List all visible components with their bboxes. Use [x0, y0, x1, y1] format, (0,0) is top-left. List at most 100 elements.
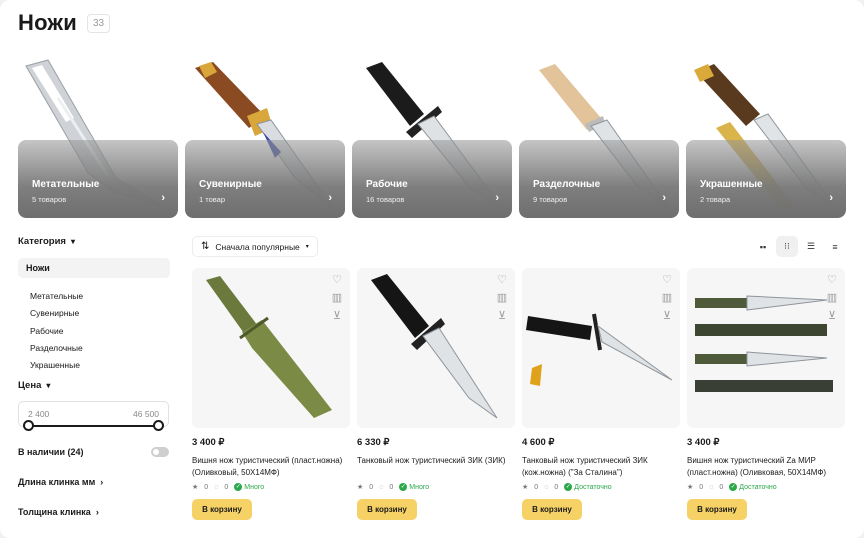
compare-icon[interactable]: ▥ — [331, 292, 343, 304]
chevron-right-icon: › — [93, 507, 99, 517]
compare-icon[interactable]: ▥ — [826, 292, 838, 304]
sort-dropdown[interactable]: ⇅ Сначала популярные ▾ — [192, 236, 318, 257]
add-to-cart-button[interactable]: В корзину — [687, 499, 747, 520]
price-slider-min-handle[interactable] — [23, 420, 34, 431]
compact-list-view-icon[interactable]: ≡ — [824, 236, 846, 257]
blade-length-filter[interactable]: Длина клинка мм › — [18, 477, 103, 487]
category-count: 1 товар — [199, 195, 226, 204]
price-range-field[interactable]: 2 400 46 500 — [18, 401, 169, 427]
product-actions: ♡ ▥ ⊻ — [496, 274, 508, 322]
stock-status: ✓ Достаточно — [564, 483, 612, 491]
cart-icon[interactable]: ⊻ — [331, 310, 343, 322]
category-count: 16 товаров — [366, 195, 405, 204]
price-filter-toggle[interactable]: Цена ▾ — [18, 380, 50, 391]
compare-icon[interactable]: ▥ — [496, 292, 508, 304]
subcategory-item[interactable]: Сувенирные — [30, 305, 170, 322]
heart-icon[interactable]: ♡ — [826, 274, 838, 286]
category-name: Метательные — [32, 179, 100, 190]
blade-thickness-filter[interactable]: Толщина клинка › — [18, 507, 99, 517]
product-actions: ♡ ▥ ⊻ — [826, 274, 838, 322]
heart-icon[interactable]: ♡ — [661, 274, 673, 286]
check-icon: ✓ — [729, 483, 738, 491]
view-switcher: ▪▪ ⁝⁝ ☰ ≡ — [752, 236, 846, 257]
price-max-value[interactable]: 46 500 — [133, 409, 159, 419]
product-card[interactable]: ♡ ▥ ⊻ 3 400 ₽ Вишня нож туристический (п… — [192, 268, 350, 520]
subcategory-item[interactable]: Разделочные — [30, 340, 170, 357]
catalog-page: Ножи 33 Метательные 5 товаров › Сувенирн… — [0, 0, 864, 538]
star-icon: ★ — [687, 484, 694, 491]
product-image[interactable]: ♡ ▥ ⊻ — [687, 268, 845, 428]
check-icon: ✓ — [234, 483, 243, 491]
page-title: Ножи — [18, 10, 77, 35]
large-grid-view-icon[interactable]: ▪▪ — [752, 236, 774, 257]
category-card-throwing[interactable]: Метательные 5 товаров › — [18, 58, 178, 218]
add-to-cart-button[interactable]: В корзину — [192, 499, 252, 520]
product-count-badge: 33 — [86, 13, 111, 33]
sort-label: Сначала популярные — [215, 241, 300, 252]
small-grid-view-icon[interactable]: ⁝⁝ — [776, 236, 798, 257]
category-count: 9 товаров — [533, 195, 568, 204]
product-price: 4 600 ₽ — [522, 437, 555, 448]
product-name[interactable]: Вишня нож туристический Za МИР (пласт.но… — [687, 455, 845, 479]
blade-length-label: Длина клинка мм — [18, 477, 96, 487]
title-row: Ножи 33 — [18, 10, 111, 36]
in-stock-toggle[interactable] — [151, 447, 169, 457]
product-meta: ★ 0 ◌ 0 ✓ Много — [192, 483, 350, 491]
product-name[interactable]: Вишня нож туристический (пласт.ножна) (О… — [192, 455, 350, 479]
caret-down-icon: ▾ — [305, 244, 309, 250]
product-image[interactable]: ♡ ▥ ⊻ — [522, 268, 680, 428]
product-name[interactable]: Танковый нож туристический ЗИК (кож.ножн… — [522, 455, 680, 479]
subcategory-item[interactable]: Метательные — [30, 288, 170, 305]
category-card-working[interactable]: Рабочие 16 товаров › — [352, 58, 512, 218]
product-actions: ♡ ▥ ⊻ — [331, 274, 343, 322]
add-to-cart-button[interactable]: В корзину — [522, 499, 582, 520]
product-image[interactable]: ♡ ▥ ⊻ — [192, 268, 350, 428]
stock-label: Много — [244, 483, 265, 491]
product-image[interactable]: ♡ ▥ ⊻ — [357, 268, 515, 428]
category-name: Разделочные — [533, 179, 601, 190]
product-meta: ★ 0 ◌ 0 ✓ Достаточно — [687, 483, 845, 491]
category-filter-toggle[interactable]: Категория ▾ — [18, 236, 170, 247]
active-category[interactable]: Ножи — [18, 258, 170, 278]
product-meta: ★ 0 ◌ 0 ✓ Достаточно — [522, 483, 680, 491]
chevron-right-icon: › — [328, 192, 332, 204]
comment-icon: ◌ — [709, 483, 714, 491]
price-min-value[interactable]: 2 400 — [28, 409, 49, 419]
cart-icon[interactable]: ⊻ — [496, 310, 508, 322]
category-card-butchering[interactable]: Разделочные 9 товаров › — [519, 58, 679, 218]
check-icon: ✓ — [399, 483, 408, 491]
product-name[interactable]: Танковый нож туристический ЗИК (ЗИК) — [357, 455, 515, 479]
cart-icon[interactable]: ⊻ — [826, 310, 838, 322]
product-price: 6 330 ₽ — [357, 437, 390, 448]
chevron-right-icon: › — [161, 192, 165, 204]
subcategory-item[interactable]: Рабочие — [30, 323, 170, 340]
heart-icon[interactable]: ♡ — [496, 274, 508, 286]
category-name: Рабочие — [366, 179, 408, 190]
category-filter-label: Категория — [18, 236, 66, 247]
heart-icon[interactable]: ♡ — [331, 274, 343, 286]
in-stock-label: В наличии (24) — [18, 447, 84, 457]
compare-icon[interactable]: ▥ — [661, 292, 673, 304]
subcategory-item[interactable]: Украшенные — [30, 357, 170, 374]
category-name: Украшенные — [700, 179, 763, 190]
knife-set-image — [695, 295, 833, 392]
category-card-decorated[interactable]: Украшенные 2 товара › — [686, 58, 846, 218]
product-price: 3 400 ₽ — [192, 437, 225, 448]
product-actions: ♡ ▥ ⊻ — [661, 274, 673, 322]
rating-value: 0 — [699, 483, 704, 491]
add-to-cart-button[interactable]: В корзину — [357, 499, 417, 520]
price-filter-label: Цена — [18, 380, 42, 391]
product-card[interactable]: ♡ ▥ ⊻ 6 330 ₽ Танковый нож туристический… — [357, 268, 515, 520]
category-card-souvenir[interactable]: Сувенирные 1 товар › — [185, 58, 345, 218]
olive-knife-image — [206, 276, 332, 418]
product-card[interactable]: ♡ ▥ ⊻ 4 600 ₽ Танковый нож туристический… — [522, 268, 680, 520]
list-view-icon[interactable]: ☰ — [800, 236, 822, 257]
chevron-right-icon: › — [495, 192, 499, 204]
category-carousel: Метательные 5 товаров › Сувенирные 1 тов… — [18, 58, 846, 218]
stock-status: ✓ Достаточно — [729, 483, 777, 491]
review-count: 0 — [224, 483, 229, 491]
price-slider-max-handle[interactable] — [153, 420, 164, 431]
product-card[interactable]: ♡ ▥ ⊻ 3 400 ₽ Вишня нож туристический Za… — [687, 268, 845, 520]
cart-icon[interactable]: ⊻ — [661, 310, 673, 322]
tank-knife-image — [371, 274, 498, 419]
